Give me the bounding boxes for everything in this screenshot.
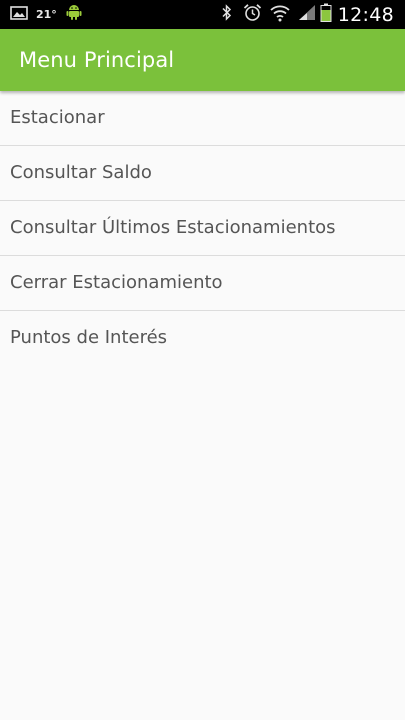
menu-item-consultar-ultimos-estacionamientos[interactable]: Consultar Últimos Estacionamientos — [0, 201, 405, 256]
action-bar: Menu Principal — [0, 29, 405, 91]
signal-icon — [298, 4, 316, 25]
status-bar: 21° 12:48 — [0, 0, 405, 29]
status-bar-right: 12:48 — [221, 0, 394, 29]
main-menu-list: Estacionar Consultar Saldo Consultar Últ… — [0, 91, 405, 365]
android-icon — [66, 4, 82, 25]
battery-icon — [320, 3, 332, 26]
menu-item-puntos-de-interes[interactable]: Puntos de Interés — [0, 311, 405, 365]
temperature-text: 21° — [36, 8, 57, 21]
menu-item-estacionar[interactable]: Estacionar — [0, 91, 405, 146]
wifi-icon — [270, 4, 290, 26]
alarm-icon — [243, 3, 262, 26]
menu-item-cerrar-estacionamiento[interactable]: Cerrar Estacionamiento — [0, 256, 405, 311]
gallery-icon — [10, 5, 28, 24]
clock-time: 12:48 — [337, 3, 394, 26]
status-bar-left: 21° — [10, 0, 82, 29]
page-title: Menu Principal — [19, 48, 175, 72]
bluetooth-icon — [221, 4, 233, 25]
menu-item-consultar-saldo[interactable]: Consultar Saldo — [0, 146, 405, 201]
